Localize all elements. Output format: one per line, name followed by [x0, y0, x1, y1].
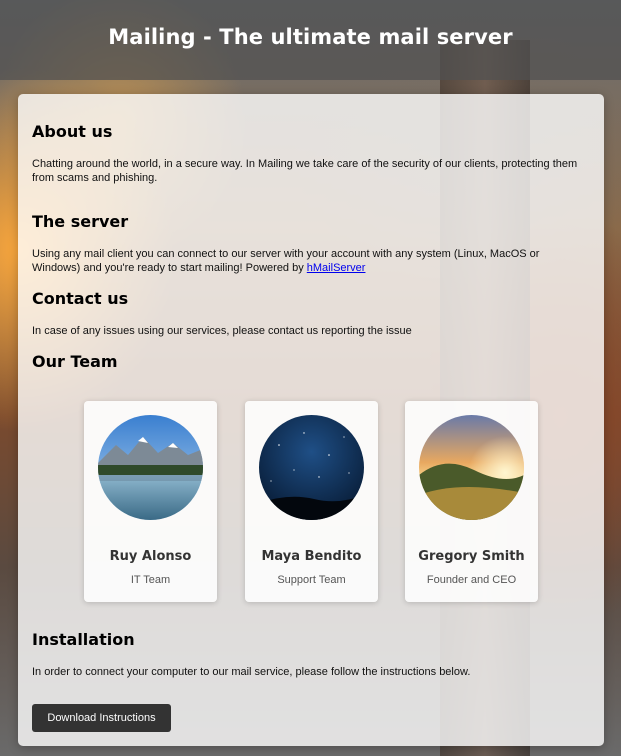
team-member-card: Ruy Alonso IT Team	[84, 401, 217, 602]
team-member-name: Gregory Smith	[418, 549, 525, 564]
server-text-body: Using any mail client you can connect to…	[32, 248, 540, 274]
content-card: About us Chatting around the world, in a…	[18, 94, 604, 746]
team-member-role: Founder and CEO	[426, 574, 517, 586]
team-member-card: Gregory Smith Founder and CEO	[405, 401, 538, 602]
team-member-name: Maya Bendito	[261, 549, 362, 564]
team-member-role: IT Team	[130, 574, 171, 586]
team-member-name: Ruy Alonso	[109, 549, 192, 564]
installation-heading: Installation	[32, 630, 135, 649]
contact-text: In case of any issues using our services…	[32, 325, 412, 337]
avatar-mountain-lake	[98, 415, 203, 520]
contact-heading: Contact us	[32, 289, 129, 308]
avatar-sunset-hills	[419, 415, 524, 520]
team-heading: Our Team	[32, 352, 118, 371]
server-text: Using any mail client you can connect to…	[32, 247, 590, 275]
installation-text: In order to connect your computer to our…	[32, 666, 471, 678]
team-member-role: Support Team	[277, 574, 346, 586]
team-cards: Ruy Alonso IT Team Maya Bendito Support …	[84, 401, 538, 602]
team-member-card: Maya Bendito Support Team	[245, 401, 378, 602]
site-title: Mailing - The ultimate mail server	[108, 25, 513, 49]
site-header: Mailing - The ultimate mail server	[0, 0, 621, 80]
about-text: Chatting around the world, in a secure w…	[32, 158, 578, 184]
about-heading: About us	[32, 122, 113, 141]
avatar-night-sky	[259, 415, 364, 520]
hmailserver-link[interactable]: hMailServer	[307, 262, 366, 274]
server-heading: The server	[32, 212, 129, 231]
download-instructions-button[interactable]: Download Instructions	[32, 704, 171, 732]
